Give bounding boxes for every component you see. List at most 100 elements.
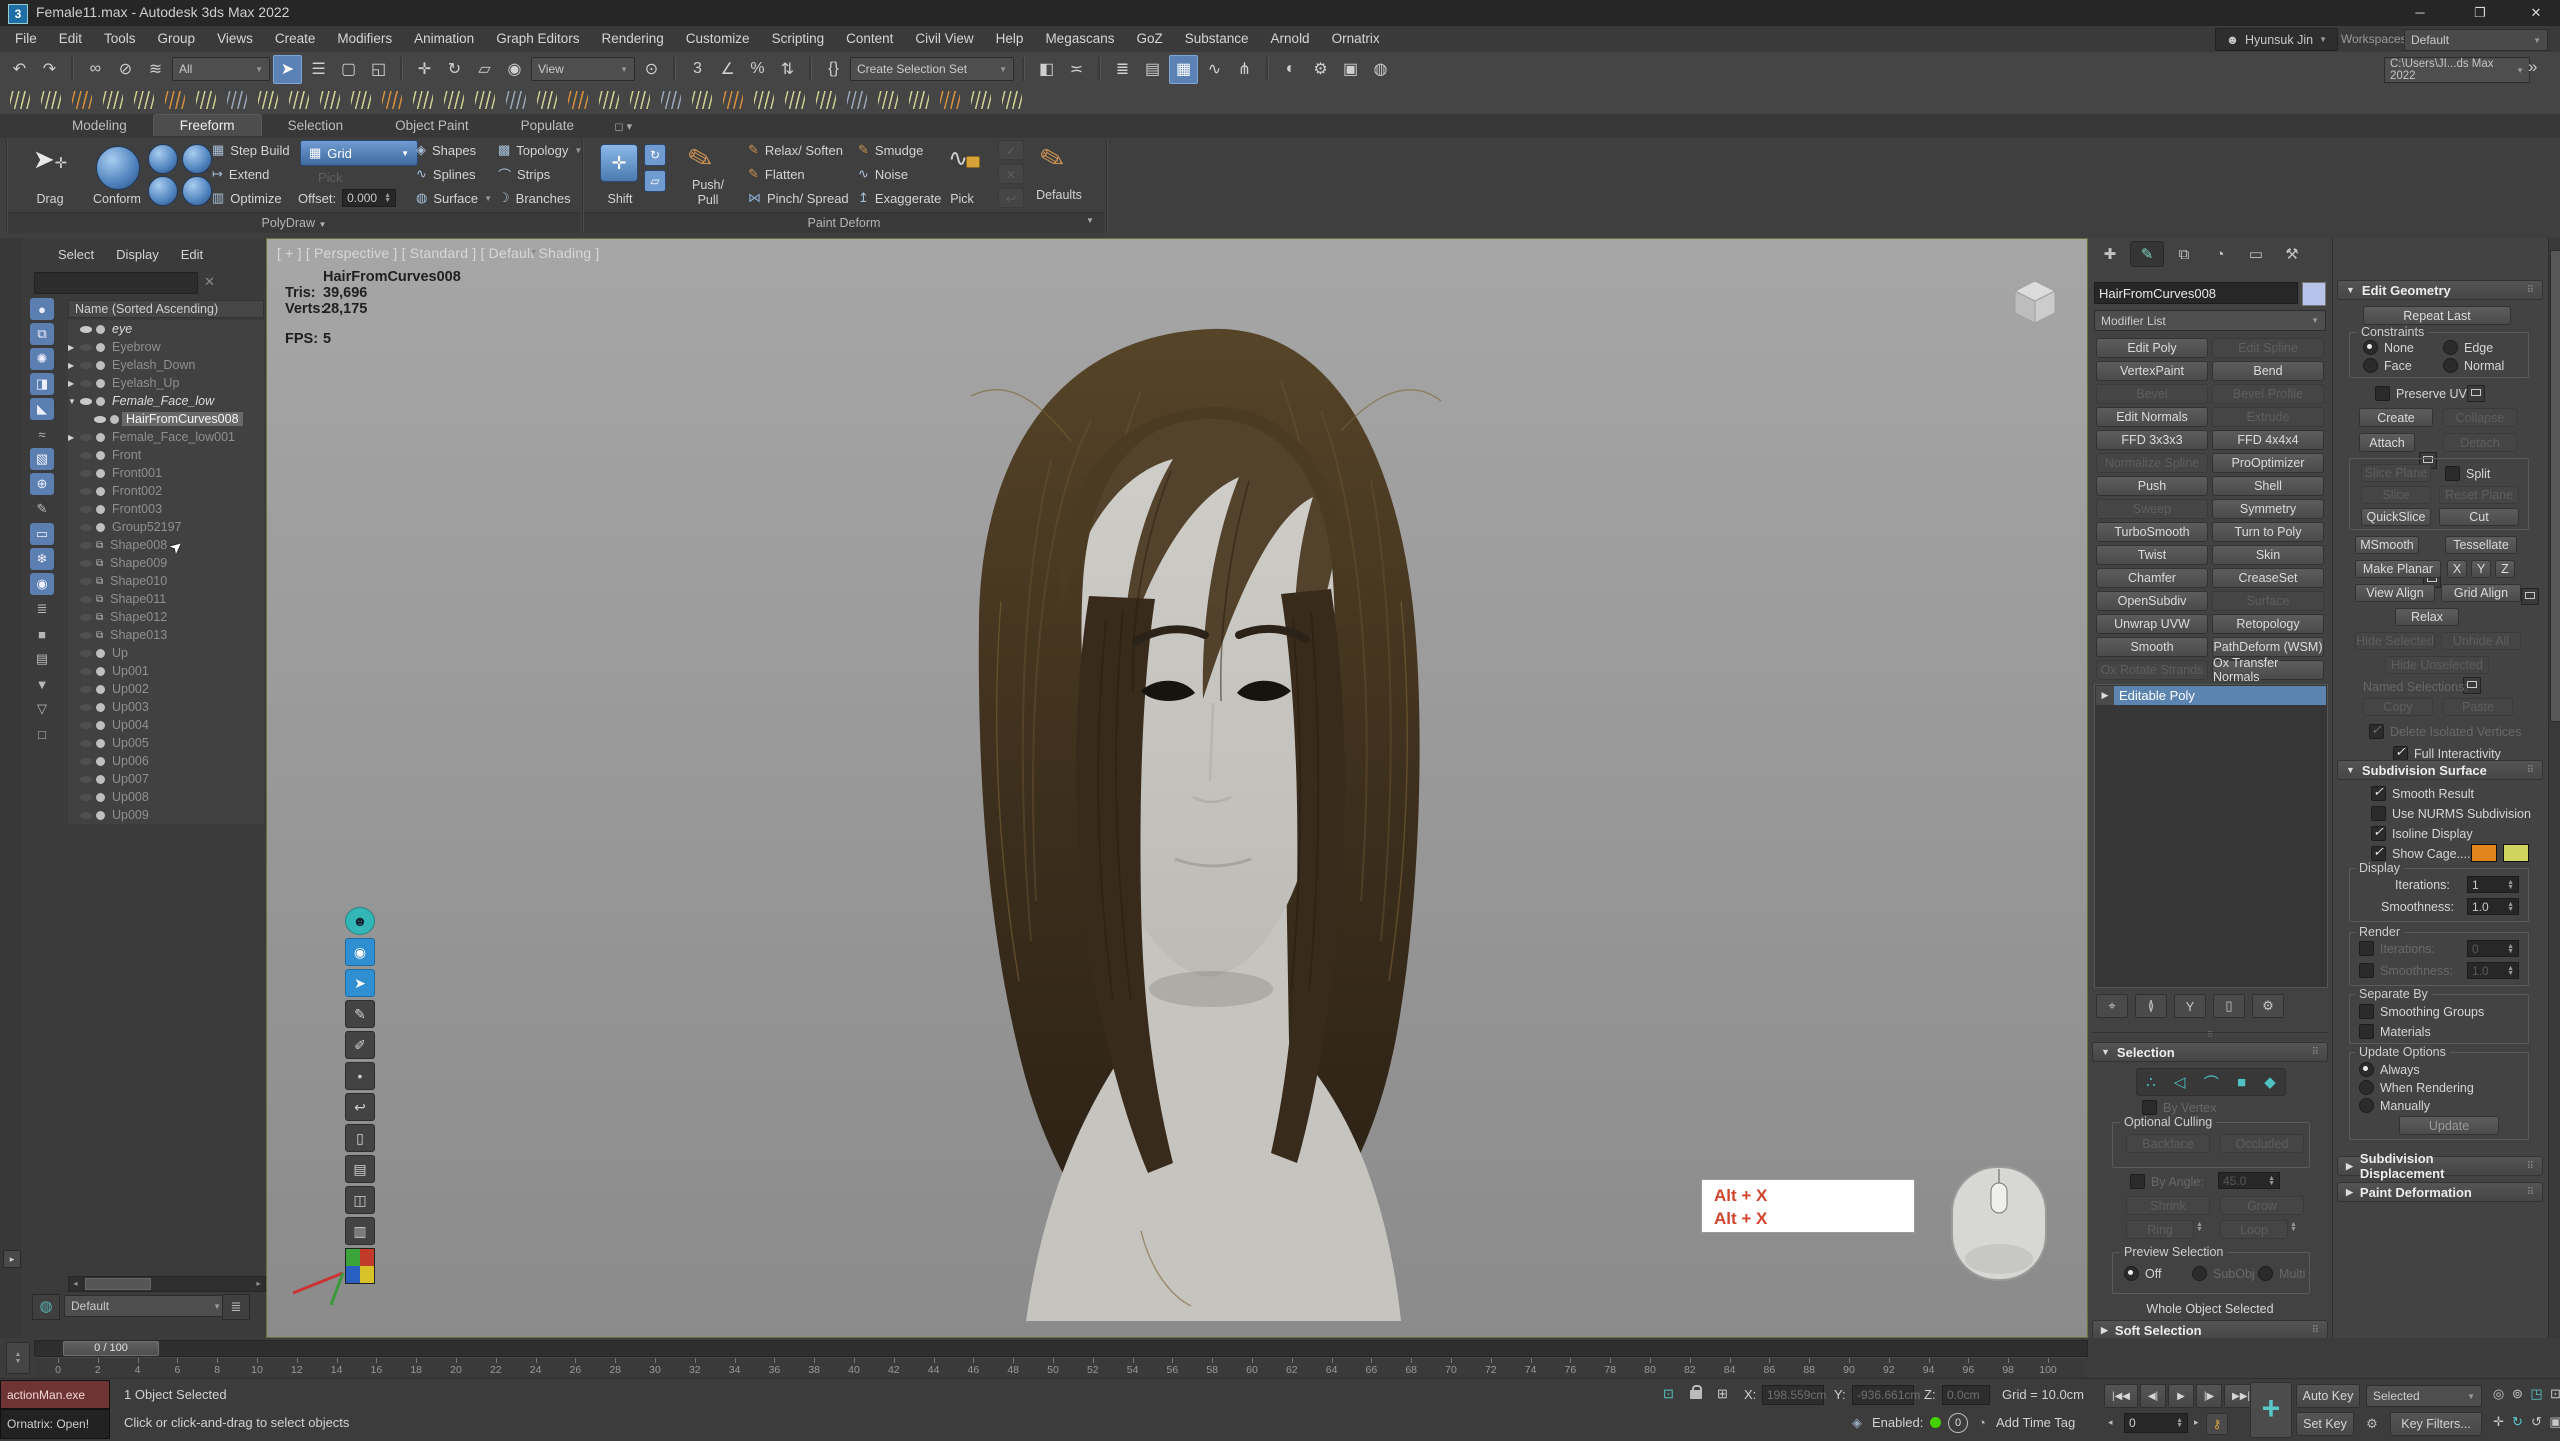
modifier-button-ffd-4x4x4[interactable]: FFD 4x4x4 — [2212, 430, 2324, 450]
scene-object-row-Front[interactable]: Front — [68, 446, 264, 464]
menu-scripting[interactable]: Scripting — [761, 26, 836, 51]
scene-object-row-Eyelash_Down[interactable]: ▶Eyelash_Down — [68, 356, 264, 374]
scene-object-row-Up009[interactable]: Up009 — [68, 806, 264, 824]
visibility-eye-icon[interactable] — [80, 362, 92, 369]
reset-plane-button[interactable]: Reset Plane — [2439, 486, 2519, 504]
toolbar-overflow-button[interactable]: » — [2528, 57, 2537, 77]
scene-object-row-Female_Face_low[interactable]: ▼Female_Face_low — [68, 392, 264, 410]
selection-set-globe-icon[interactable]: ◍ — [32, 1294, 60, 1320]
edge-subobject-icon[interactable]: ◁ — [2174, 1073, 2186, 1091]
display-smoothness-field[interactable]: 1.0▲▼ — [2467, 898, 2519, 915]
modifier-button-turbosmooth[interactable]: TurboSmooth — [2096, 522, 2208, 542]
ornatrix-hair-tool-icon-18[interactable] — [535, 89, 559, 111]
layer-explorer-icon[interactable]: ≣ — [1109, 56, 1136, 83]
msmooth-button[interactable]: MSmooth — [2355, 536, 2419, 554]
timeline-spinner[interactable]: ▲▼ — [6, 1342, 30, 1374]
modifier-button-skin[interactable]: Skin — [2212, 545, 2324, 565]
command-panel-scrollbar[interactable] — [2548, 238, 2560, 1378]
menu-content[interactable]: Content — [835, 26, 904, 51]
selection-filter-dropdown[interactable]: All▼ — [172, 57, 270, 81]
shift-tool[interactable]: ✛ — [600, 144, 638, 182]
step-build-button[interactable]: ▦Step Build — [212, 140, 290, 160]
relax-soften-button[interactable]: ✎Relax/ Soften — [748, 140, 843, 160]
ribbon-toggle-icon[interactable]: ▦ — [1169, 55, 1198, 84]
go-to-start-icon[interactable]: |◀◀ — [2104, 1384, 2138, 1408]
ribbon-tab-selection[interactable]: Selection — [262, 115, 370, 136]
backface-button[interactable]: Backface — [2126, 1134, 2210, 1153]
undo-icon[interactable]: ↶ — [6, 56, 33, 83]
menu-megascans[interactable]: Megascans — [1034, 26, 1125, 51]
spinner-snap-icon[interactable]: ⇅ — [774, 56, 801, 83]
detail-view-icon[interactable]: ▤ — [30, 648, 54, 670]
notification-shield-icon[interactable]: ◈ — [1852, 1415, 1862, 1431]
edit-named-selection-sets-icon[interactable]: {} — [820, 56, 847, 83]
panel-options-chevron-icon[interactable]: ▼ — [1086, 216, 1094, 225]
delete-guides-icon[interactable]: ▯ — [345, 1124, 375, 1152]
modifier-button-turn-to-poly[interactable]: Turn to Poly — [2212, 522, 2324, 542]
topology-button[interactable]: ▩Topology ▼ — [498, 140, 582, 160]
modifier-button-edit-spline[interactable]: Edit Spline — [2212, 338, 2324, 358]
zoom-icon[interactable]: ◎ — [2490, 1385, 2507, 1402]
ribbon-tab-freeform[interactable]: Freeform — [153, 114, 262, 136]
schematic-view-icon[interactable]: ⋔ — [1231, 56, 1258, 83]
menu-group[interactable]: Group — [147, 26, 207, 51]
modifier-button-opensubdiv[interactable]: OpenSubdiv — [2096, 591, 2208, 611]
menu-goz[interactable]: GoZ — [1125, 26, 1173, 51]
display-space-warps-filter-icon[interactable]: ≈ — [30, 423, 54, 445]
menu-graph-editors[interactable]: Graph Editors — [485, 26, 590, 51]
ornatrix-hair-tool-icon-32[interactable] — [969, 89, 993, 111]
attach-button[interactable]: Attach — [2359, 433, 2415, 452]
smudge-button[interactable]: ✎Smudge — [858, 140, 923, 160]
visibility-eye-icon[interactable] — [80, 470, 92, 477]
polygon-subobject-icon[interactable]: ■ — [2237, 1074, 2246, 1091]
visibility-eye-icon[interactable] — [80, 722, 92, 729]
loop-spinner[interactable]: ▲▼ — [2290, 1222, 2297, 1232]
show-cage-checkbox[interactable]: Show Cage...... — [2371, 846, 2477, 861]
add-time-tag-text[interactable]: Add Time Tag — [1996, 1415, 2075, 1430]
flatten-button[interactable]: ✎Flatten — [748, 164, 805, 184]
rollout-paint-deformation[interactable]: ▶Paint Deformation⠿ — [2337, 1182, 2543, 1202]
select-and-place-icon[interactable]: ◉ — [501, 56, 528, 83]
time-slider-track[interactable]: 0 / 100 — [34, 1340, 2088, 1357]
perspective-viewport[interactable]: [ + ] [ Perspective ] [ Standard ] [ Def… — [266, 238, 2088, 1338]
modifier-button-extrude[interactable]: Extrude — [2212, 407, 2324, 427]
conform-move-brush-icon[interactable] — [148, 144, 178, 174]
ornatrix-hair-tool-icon-8[interactable] — [225, 89, 249, 111]
configure-modifier-sets-icon[interactable]: ⚙ — [2252, 994, 2284, 1018]
slice-button[interactable]: Slice — [2361, 486, 2431, 504]
modifier-button-normalize-spline[interactable]: Normalize Spline — [2096, 453, 2208, 473]
rollout-subdivision-surface[interactable]: ▼Subdivision Surface⠿ — [2337, 760, 2543, 780]
drag-label[interactable]: Drag — [18, 192, 82, 206]
scene-object-row-Up007[interactable]: Up007 — [68, 770, 264, 788]
optimize-button[interactable]: ▥Optimize — [212, 188, 282, 208]
scroll-right-icon[interactable]: ▸ — [252, 1277, 265, 1291]
make-unique-icon[interactable]: Y — [2174, 994, 2206, 1018]
explorer-list-options-icon[interactable]: ≣ — [222, 1294, 250, 1320]
visibility-eye-icon[interactable] — [80, 668, 92, 675]
scene-object-row-Up[interactable]: Up — [68, 644, 264, 662]
display-geometry-filter-icon[interactable]: ● — [30, 298, 54, 320]
ornatrix-hair-tool-icon-33[interactable] — [1000, 89, 1024, 111]
paint-deform-panel-label[interactable]: Paint Deform — [584, 212, 1104, 233]
modifier-button-ox-transfer-normals[interactable]: Ox Transfer Normals — [2212, 660, 2324, 680]
visibility-eye-icon[interactable] — [80, 380, 92, 387]
ornatrix-hair-tool-icon-29[interactable] — [876, 89, 900, 111]
modifier-button-vertexpaint[interactable]: VertexPaint — [2096, 361, 2208, 381]
ribbon-tab-object-paint[interactable]: Object Paint — [369, 115, 495, 136]
isolate-selection-toggle-icon[interactable]: ⊡ — [1660, 1385, 1677, 1402]
scene-object-row-Shape012[interactable]: ⧉Shape012 — [68, 608, 264, 626]
scene-object-row-Up002[interactable]: Up002 — [68, 680, 264, 698]
modifier-button-ffd-3x3x3[interactable]: FFD 3x3x3 — [2096, 430, 2208, 450]
by-angle-field[interactable]: 45.0▲▼ — [2218, 1172, 2280, 1189]
zoom-region-icon[interactable]: ⊡ — [2547, 1385, 2560, 1402]
border-subobject-icon[interactable]: ⌒ — [2204, 1072, 2219, 1093]
scene-object-row-Up003[interactable]: Up003 — [68, 698, 264, 716]
ornatrix-hair-tool-icon-21[interactable] — [628, 89, 652, 111]
visibility-eye-icon[interactable] — [80, 506, 92, 513]
menu-rendering[interactable]: Rendering — [591, 26, 675, 51]
grow-button[interactable]: Grow — [2220, 1196, 2304, 1215]
panel-splitter[interactable]: ⠿ — [2092, 1032, 2328, 1037]
ornatrix-hair-tool-icon-23[interactable] — [690, 89, 714, 111]
next-key-icon[interactable]: ▸ — [2194, 1417, 2199, 1428]
menu-civil-view[interactable]: Civil View — [904, 26, 984, 51]
